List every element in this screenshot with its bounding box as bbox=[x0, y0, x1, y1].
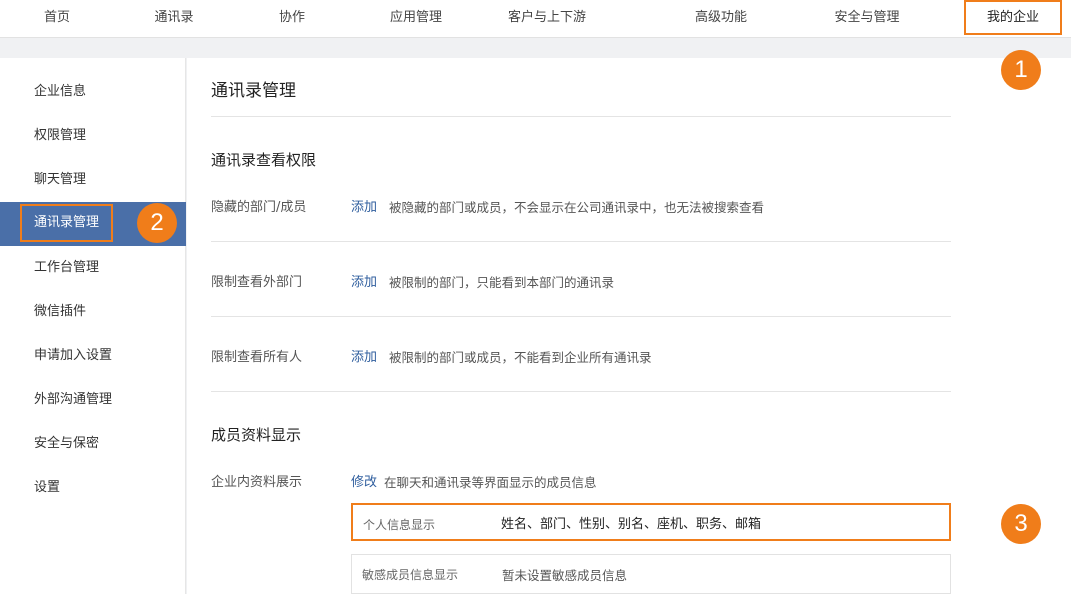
sidebar-item-join-settings[interactable]: 申请加入设置 bbox=[0, 334, 186, 378]
sidebar-item-chat-management[interactable]: 聊天管理 bbox=[0, 158, 186, 202]
sidebar-item-label: 权限管理 bbox=[34, 128, 87, 143]
page-title: 通讯录管理 bbox=[211, 81, 296, 101]
restrict-other-depts-label: 限制查看外部门 bbox=[211, 275, 303, 290]
sidebar-item-security-privacy[interactable]: 安全与保密 bbox=[0, 422, 186, 466]
sidebar-item-label: 聊天管理 bbox=[34, 172, 87, 187]
nav-app-management[interactable]: 应用管理 bbox=[376, 0, 456, 38]
sidebar-item-label: 工作台管理 bbox=[34, 260, 100, 275]
sidebar-item-label: 通讯录管理 bbox=[20, 204, 114, 242]
divider bbox=[211, 241, 951, 242]
sidebar-item-label: 企业信息 bbox=[34, 84, 87, 99]
sidebar-item-label: 申请加入设置 bbox=[34, 348, 113, 363]
section-title-member-display: 成员资料显示 bbox=[211, 426, 302, 444]
nav-customers-partners[interactable]: 客户与上下游 bbox=[492, 0, 602, 38]
restrict-other-depts-desc: 被限制的部门，只能看到本部门的通讯录 bbox=[389, 275, 615, 290]
main-content: 通讯录管理 通讯录查看权限 隐藏的部门/成员 添加 被隐藏的部门或成员，不会显示… bbox=[187, 58, 1071, 594]
nav-advanced-features[interactable]: 高级功能 bbox=[681, 0, 761, 38]
divider bbox=[211, 391, 951, 392]
sensitive-info-display-box: 敏感成员信息显示 暂未设置敏感成员信息 bbox=[351, 554, 951, 594]
sensitive-info-display-label: 敏感成员信息显示 bbox=[362, 568, 459, 582]
step-badge-1: 1 bbox=[1001, 50, 1041, 90]
internal-profile-display-desc: 在聊天和通讯录等界面显示的成员信息 bbox=[384, 475, 597, 490]
section-title-view-permissions: 通讯录查看权限 bbox=[211, 151, 317, 169]
nav-home[interactable]: 首页 bbox=[22, 0, 92, 38]
nav-contacts[interactable]: 通讯录 bbox=[139, 0, 209, 38]
add-restrict-all-link[interactable]: 添加 bbox=[351, 346, 377, 365]
sensitive-info-display-value: 暂未设置敏感成员信息 bbox=[502, 568, 628, 583]
sidebar-item-label: 外部沟通管理 bbox=[34, 392, 113, 407]
modify-profile-display-link[interactable]: 修改 bbox=[351, 471, 377, 490]
sidebar-item-label: 安全与保密 bbox=[34, 436, 100, 451]
sidebar-item-external-communication[interactable]: 外部沟通管理 bbox=[0, 378, 186, 422]
step-badge-3: 3 bbox=[1001, 504, 1041, 544]
restrict-all-label: 限制查看所有人 bbox=[211, 350, 303, 365]
step-badge-2: 2 bbox=[137, 203, 177, 243]
sidebar-item-label: 微信插件 bbox=[34, 304, 87, 319]
sidebar-item-settings[interactable]: 设置 bbox=[0, 466, 186, 510]
personal-info-display-label: 个人信息显示 bbox=[363, 518, 436, 532]
divider bbox=[211, 316, 951, 317]
personal-info-display-value: 姓名、部门、性别、别名、座机、职务、邮箱 bbox=[501, 517, 762, 532]
divider bbox=[211, 116, 951, 117]
sidebar-item-workbench-management[interactable]: 工作台管理 bbox=[0, 246, 186, 290]
add-restrict-other-depts-link[interactable]: 添加 bbox=[351, 271, 377, 290]
internal-profile-display-label: 企业内资料展示 bbox=[211, 475, 303, 490]
sidebar: 企业信息 权限管理 聊天管理 通讯录管理 工作台管理 微信插件 申请加入设置 外… bbox=[0, 58, 186, 594]
nav-security-management[interactable]: 安全与管理 bbox=[820, 0, 914, 38]
nav-collaboration[interactable]: 协作 bbox=[257, 0, 327, 38]
nav-my-enterprise[interactable]: 我的企业 bbox=[964, 0, 1062, 35]
sidebar-item-label: 设置 bbox=[34, 480, 61, 495]
restrict-all-desc: 被限制的部门或成员，不能看到企业所有通讯录 bbox=[389, 350, 652, 365]
hidden-members-desc: 被隐藏的部门或成员，不会显示在公司通讯录中，也无法被搜索查看 bbox=[389, 200, 765, 215]
sidebar-item-enterprise-info[interactable]: 企业信息 bbox=[0, 70, 186, 114]
top-navigation: 首页 通讯录 协作 应用管理 客户与上下游 高级功能 安全与管理 我的企业 bbox=[0, 0, 1071, 38]
add-hidden-members-link[interactable]: 添加 bbox=[351, 196, 377, 215]
hidden-members-label: 隐藏的部门/成员 bbox=[211, 200, 307, 215]
personal-info-display-box: 个人信息显示 姓名、部门、性别、别名、座机、职务、邮箱 bbox=[351, 503, 951, 541]
sidebar-item-permissions[interactable]: 权限管理 bbox=[0, 114, 186, 158]
sidebar-item-wechat-plugin[interactable]: 微信插件 bbox=[0, 290, 186, 334]
